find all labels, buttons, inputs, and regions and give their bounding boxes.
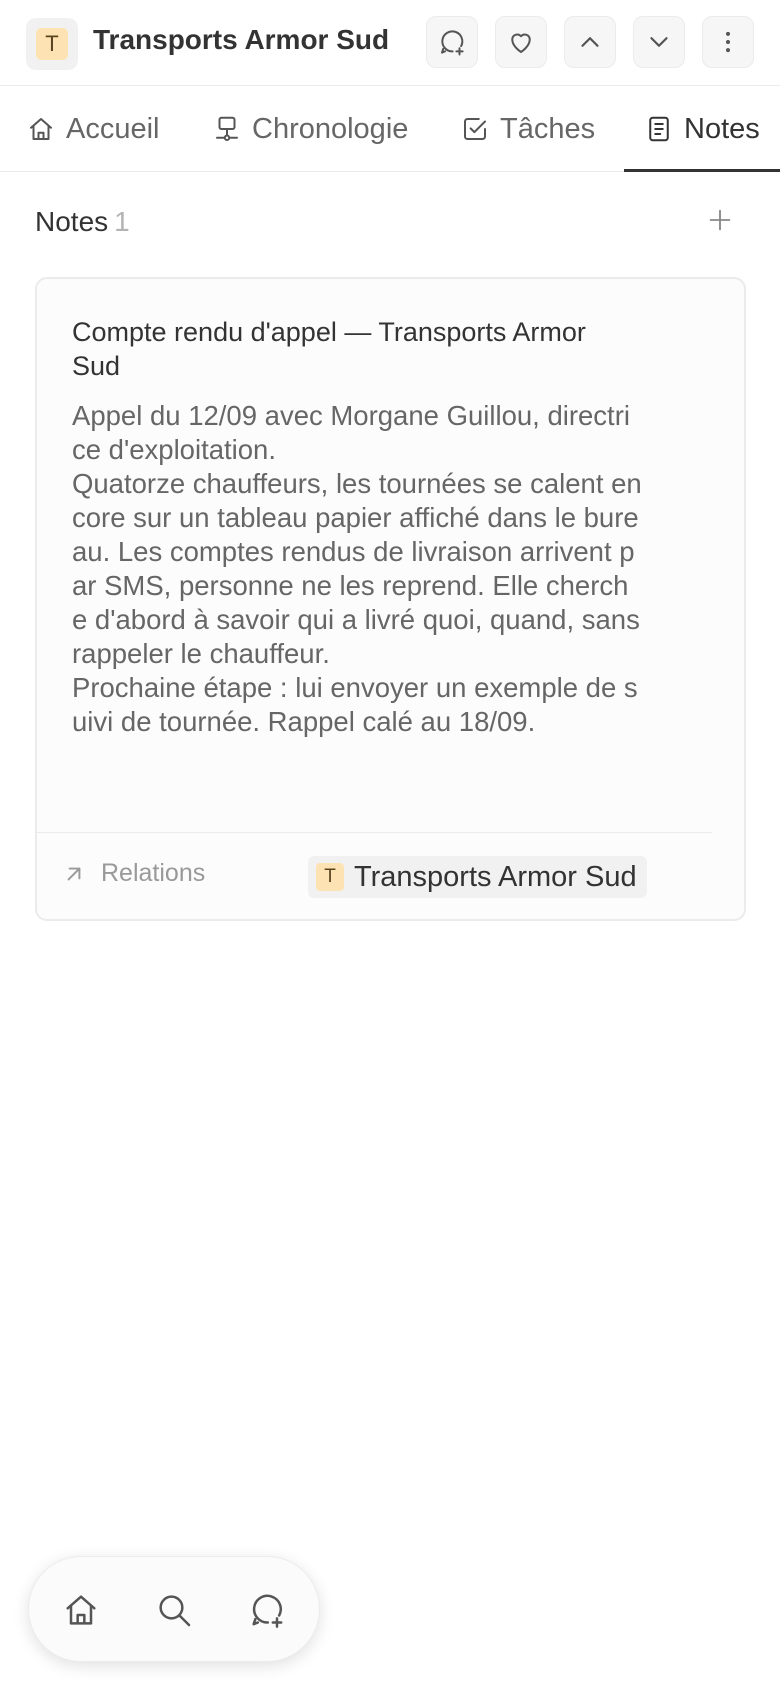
tab-taches[interactable]: Tâches: [460, 86, 595, 172]
company-avatar: T: [26, 18, 78, 70]
relation-chip[interactable]: T Transports Armor Sud: [308, 856, 647, 898]
checkbox-icon: [464, 118, 486, 140]
heart-icon: [511, 33, 531, 53]
card-divider: [37, 832, 712, 833]
home-icon: [30, 118, 52, 140]
relations-label: Relations: [61, 859, 205, 888]
record-tabs: Accueil Chronologie Tâches Notes: [0, 86, 780, 172]
previous-record-button[interactable]: [564, 16, 616, 68]
add-note-button[interactable]: [700, 200, 740, 240]
tab-label: Notes: [684, 112, 760, 145]
home-nav-button[interactable]: [56, 1585, 106, 1635]
relations-label-text: Relations: [101, 859, 206, 887]
home-icon: [66, 1595, 96, 1625]
search-nav-button[interactable]: [149, 1585, 199, 1635]
record-title: Transports Armor Sud: [93, 24, 390, 55]
tab-notes[interactable]: Notes: [644, 86, 760, 172]
note-icon: [649, 116, 669, 142]
notes-count: 1: [114, 206, 130, 237]
relation-avatar-letter: T: [316, 863, 344, 891]
notes-heading: Notes: [35, 206, 109, 237]
tab-label: Tâches: [500, 112, 596, 145]
dots-vertical-icon: [726, 31, 730, 53]
arrow-up-right-icon: [67, 867, 81, 880]
tab-chronologie[interactable]: Chronologie: [212, 86, 408, 172]
comment-plus-icon: [441, 30, 464, 56]
next-record-button[interactable]: [633, 16, 685, 68]
bottom-navigation: [28, 1556, 320, 1662]
comment-plus-icon: [252, 1594, 283, 1628]
notes-section-title: Notes 1: [35, 206, 130, 238]
note-title: Compte rendu d'appel — Transports Armor …: [72, 317, 586, 381]
new-comment-nav-button[interactable]: [242, 1585, 292, 1635]
more-options-button[interactable]: [702, 16, 754, 68]
tab-label: Chronologie: [252, 112, 409, 145]
record-header: T Transports Armor Sud: [0, 0, 780, 86]
relation-name: Transports Armor Sud: [354, 860, 637, 893]
tab-label: Accueil: [66, 112, 160, 145]
chevron-down-icon: [650, 37, 668, 47]
tab-accueil[interactable]: Accueil: [26, 86, 160, 172]
note-body: Appel du 12/09 avec Morgane Guillou, dir…: [72, 400, 642, 737]
active-tab-indicator: [624, 169, 780, 172]
favorite-button[interactable]: [495, 16, 547, 68]
company-avatar-letter: T: [36, 28, 68, 60]
plus-icon: [709, 209, 731, 231]
chevron-up-icon: [581, 37, 599, 47]
note-card[interactable]: Compte rendu d'appel — Transports Armor …: [35, 277, 746, 921]
timeline-icon: [216, 116, 238, 142]
search-icon: [159, 1595, 191, 1627]
new-comment-button[interactable]: [426, 16, 478, 68]
